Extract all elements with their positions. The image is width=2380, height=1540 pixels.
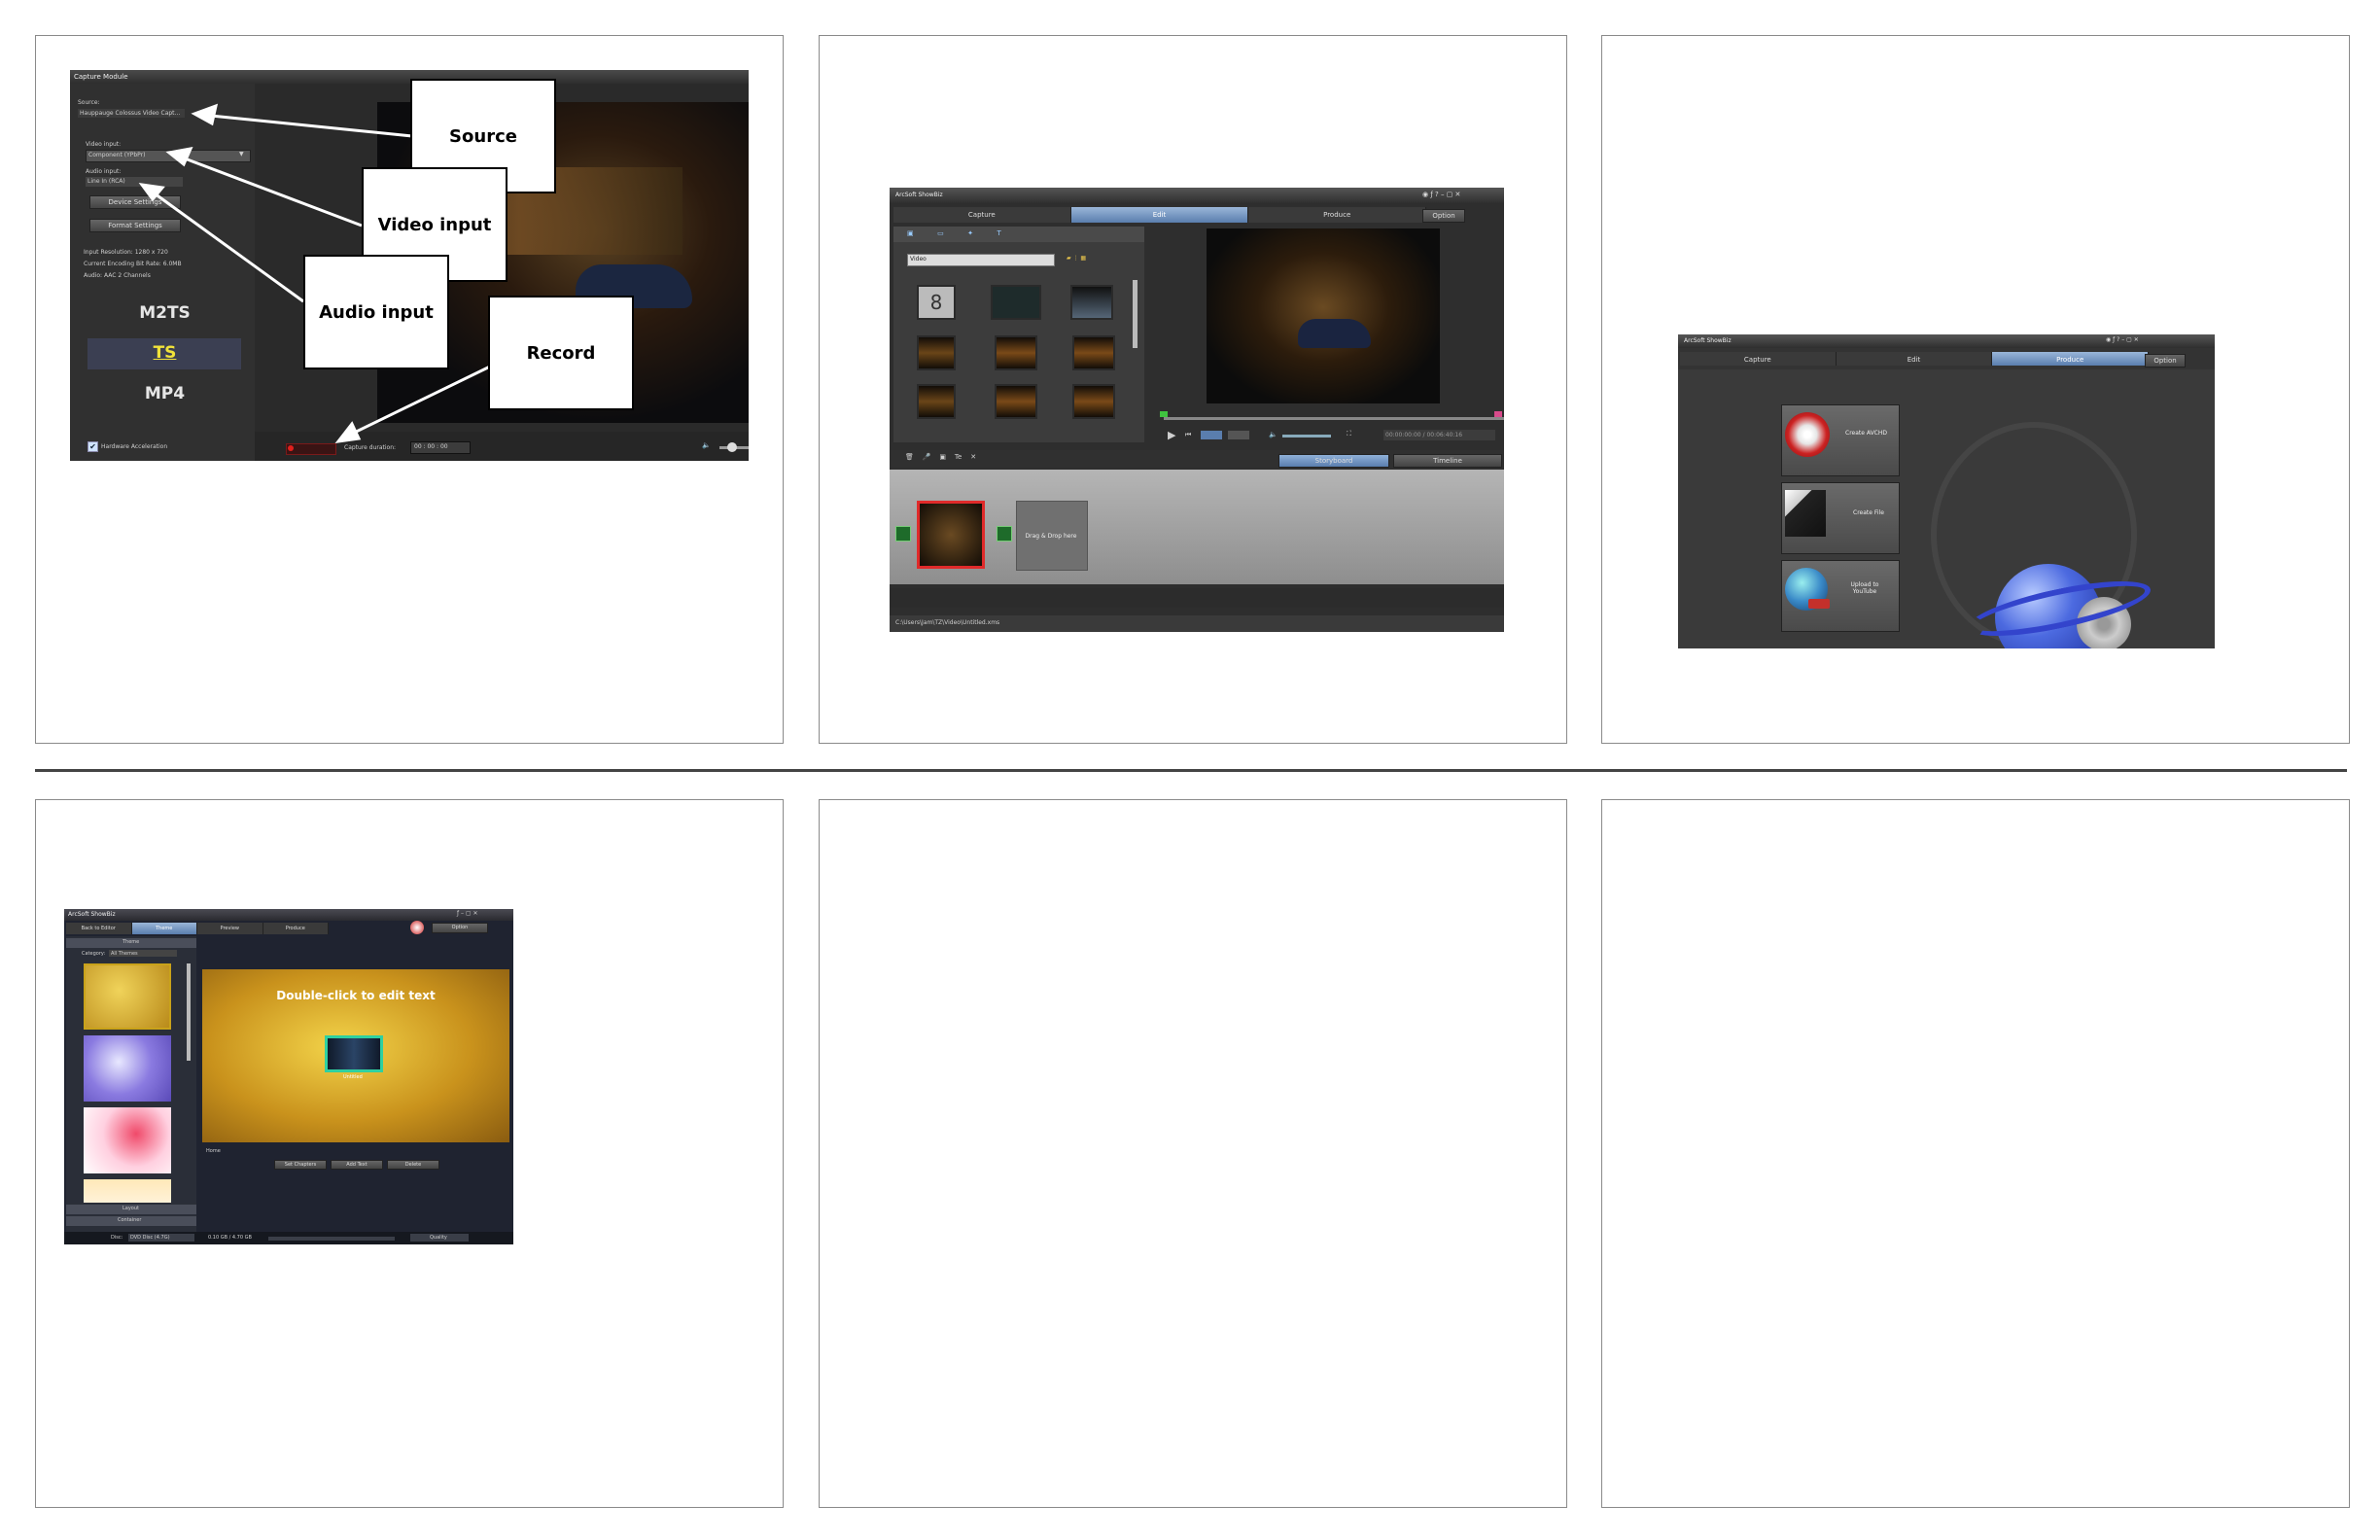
edit-preview-video bbox=[1207, 228, 1440, 403]
disc-tab-theme[interactable]: Theme bbox=[131, 923, 197, 934]
disc-titlebar bbox=[64, 909, 513, 921]
upload-youtube-label: Upload to YouTube bbox=[1850, 581, 1879, 595]
edit-tabbar: Capture Edit Produce bbox=[893, 207, 1427, 223]
layout-label: Layout bbox=[122, 1206, 139, 1211]
drop-here-label: Drag & Drop here bbox=[1025, 533, 1077, 540]
theme-scrollbar[interactable] bbox=[187, 963, 191, 1061]
disc-label: Disc: bbox=[111, 1235, 123, 1241]
avchd-disc-icon bbox=[1785, 412, 1830, 457]
media-thumb-jet[interactable] bbox=[1070, 285, 1113, 320]
create-file-label: Create File bbox=[1853, 509, 1884, 516]
category-value: All Themes bbox=[111, 951, 138, 957]
project-path: C:\Users\Jam\TZ\Video\Untitled.xms bbox=[895, 619, 1000, 626]
theme-header: Theme bbox=[122, 939, 140, 945]
menu-chapter-thumb[interactable] bbox=[325, 1035, 383, 1072]
category-label: Category: bbox=[82, 951, 106, 957]
storyboard-button[interactable]: Storyboard bbox=[1278, 454, 1389, 468]
callout-audio-input: Audio input bbox=[303, 255, 449, 369]
edit-screenshot: ArcSoft ShowBiz ◉ ƒ ? – ▢ ✕ Capture Edit… bbox=[890, 188, 1504, 632]
produce-tab-edit[interactable]: Edit bbox=[1836, 352, 1993, 366]
callout-record: Record bbox=[488, 296, 634, 410]
quality-label: Quality bbox=[430, 1235, 447, 1241]
storyboard-clip-1[interactable] bbox=[917, 501, 985, 569]
capture-module-screenshot: Capture Module Source: Hauppauge Colossu… bbox=[70, 70, 749, 461]
produce-app-title: ArcSoft ShowBiz bbox=[1684, 337, 1732, 344]
folder-icon[interactable]: ▰ ⋮ ▦ bbox=[1067, 255, 1086, 262]
transition-slot-1[interactable] bbox=[895, 526, 911, 542]
produce-tab-capture[interactable]: Capture bbox=[1680, 352, 1837, 366]
page-panel-6 bbox=[1601, 799, 2350, 1508]
window-controls[interactable]: ◉ ƒ ? – ▢ ✕ bbox=[1422, 191, 1460, 198]
disc-window-controls[interactable]: ƒ – ▢ ✕ bbox=[457, 910, 478, 917]
seek-start-marker[interactable] bbox=[1160, 411, 1168, 417]
disc-value: DVD Disc (4.7G) bbox=[130, 1235, 170, 1241]
media-thumb-3[interactable] bbox=[1072, 335, 1115, 370]
media-tab-icons[interactable]: ▣ ▭ ✦ T bbox=[907, 229, 1001, 237]
media-thumb-dark[interactable] bbox=[991, 285, 1041, 320]
page-separator bbox=[35, 769, 2347, 772]
produce-window-controls[interactable]: ◉ ƒ ? – ▢ ✕ bbox=[2106, 336, 2139, 343]
disc-app-title: ArcSoft ShowBiz bbox=[68, 911, 116, 918]
disc-tab-produce[interactable]: Produce bbox=[262, 923, 329, 934]
disc-tabbar: Back to Editor Theme Preview Produce bbox=[66, 923, 329, 934]
set-chapters-button[interactable]: Set Chapters bbox=[274, 1160, 327, 1170]
edit-titlebar bbox=[890, 188, 1504, 203]
option-button[interactable]: Option bbox=[1422, 209, 1465, 223]
produce-tabbar: Capture Edit Produce bbox=[1680, 352, 2150, 366]
play-icon[interactable]: ▶ bbox=[1168, 429, 1175, 441]
disc-capacity-bar bbox=[268, 1237, 395, 1241]
media-thumb-4[interactable] bbox=[917, 384, 956, 419]
seek-end-marker[interactable] bbox=[1494, 411, 1502, 417]
delete-button[interactable]: Delete bbox=[387, 1160, 439, 1170]
container-label: Container bbox=[118, 1217, 142, 1223]
clapper-icon bbox=[1785, 490, 1826, 537]
storyboard-bottom-strip bbox=[890, 588, 1504, 608]
fullscreen-icon[interactable]: ⛶ bbox=[1347, 430, 1351, 438]
produce-screenshot: ArcSoft ShowBiz ◉ ƒ ? – ▢ ✕ Capture Edit… bbox=[1678, 334, 2215, 648]
media-thumb-1[interactable] bbox=[917, 335, 956, 370]
media-filter-value: Video bbox=[910, 256, 927, 262]
transition-slot-2[interactable] bbox=[997, 526, 1012, 542]
produce-option-button[interactable]: Option bbox=[2145, 354, 2186, 368]
theme-thumb-purple[interactable] bbox=[84, 1035, 171, 1102]
menu-untitled-label: Untitled bbox=[343, 1074, 363, 1080]
time-readout: 00:00:00:00 / 00:06:40:16 bbox=[1385, 432, 1463, 438]
edit-app-title: ArcSoft ShowBiz bbox=[895, 192, 943, 198]
add-text-button[interactable]: Add Text bbox=[331, 1160, 383, 1170]
speaker-icon[interactable]: 🔈 bbox=[1269, 431, 1278, 438]
tab-produce[interactable]: Produce bbox=[1248, 207, 1427, 223]
timeline-button[interactable]: Timeline bbox=[1393, 454, 1502, 468]
disc-avatar-icon bbox=[410, 921, 424, 934]
disc-menu-screenshot: ArcSoft ShowBiz ƒ – ▢ ✕ Back to Editor T… bbox=[64, 909, 513, 1244]
youtube-logo-icon bbox=[1808, 599, 1830, 609]
theme-thumb-pink[interactable] bbox=[84, 1107, 171, 1173]
media-thumb-2[interactable] bbox=[995, 335, 1037, 370]
produce-tab-produce[interactable]: Produce bbox=[1992, 352, 2150, 366]
create-avchd-label: Create AVCHD bbox=[1845, 430, 1887, 437]
theme-thumb-yellow[interactable] bbox=[84, 963, 171, 1030]
split-button[interactable] bbox=[1228, 431, 1249, 439]
page-panel-5 bbox=[819, 799, 1567, 1508]
seek-bar[interactable] bbox=[1164, 417, 1504, 420]
menu-edit-text[interactable]: Double-click to edit text bbox=[202, 989, 509, 1002]
loop-button[interactable] bbox=[1201, 431, 1222, 439]
menu-home-label: Home bbox=[206, 1148, 221, 1154]
media-thumb-5[interactable] bbox=[995, 384, 1037, 419]
tab-capture[interactable]: Capture bbox=[893, 207, 1071, 223]
disc-option-button[interactable]: Option bbox=[432, 923, 488, 933]
preview-car-edit bbox=[1298, 319, 1371, 348]
theme-thumb-peach[interactable] bbox=[84, 1179, 171, 1203]
prev-frame-icon[interactable]: ⏮ bbox=[1185, 431, 1191, 439]
storyboard-tool-icons[interactable]: 🗑 🎤 ▣ Te ✕ bbox=[905, 453, 976, 461]
media-scrollbar[interactable] bbox=[1133, 280, 1138, 348]
media-filter-select[interactable] bbox=[907, 254, 1055, 266]
edit-volume-slider[interactable] bbox=[1282, 435, 1331, 438]
disc-size: 0.10 GB / 4.70 GB bbox=[208, 1235, 252, 1241]
media-thumb-6[interactable] bbox=[1072, 384, 1115, 419]
media-thumb-countdown[interactable]: 8 bbox=[917, 285, 956, 320]
disc-tab-preview[interactable]: Preview bbox=[197, 923, 263, 934]
tab-edit[interactable]: Edit bbox=[1070, 207, 1249, 223]
disc-tab-back[interactable]: Back to Editor bbox=[66, 923, 132, 934]
